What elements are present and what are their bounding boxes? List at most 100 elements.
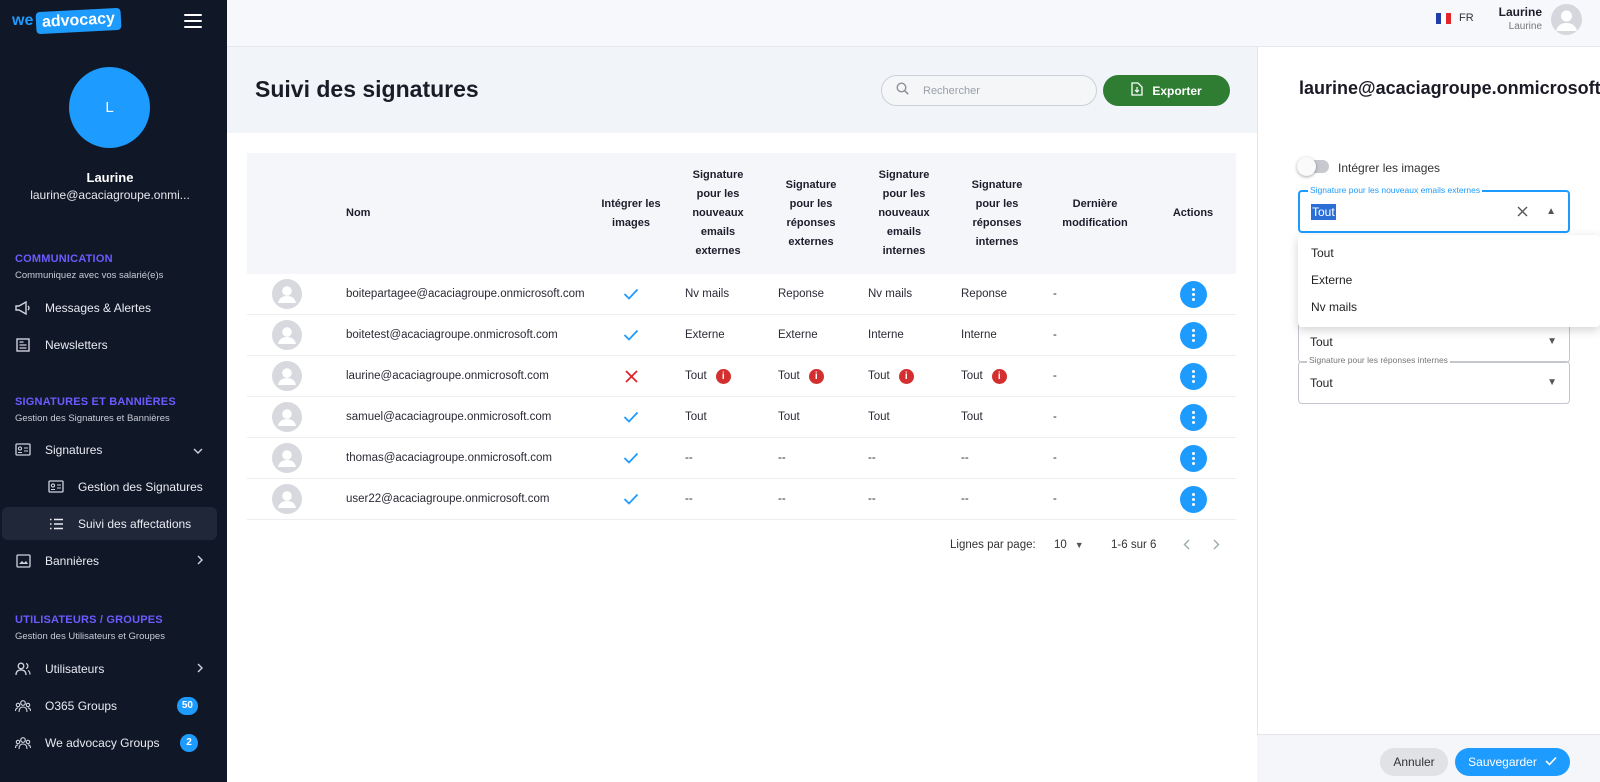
check-icon bbox=[623, 274, 639, 314]
section-subtitle-communication: Communiquez avec vos salarié(e)s bbox=[15, 270, 164, 281]
email-cell: user22@acaciagroupe.onmicrosoft.com bbox=[346, 493, 550, 505]
signature-internal-replies-select[interactable]: Signature pour les réponses internes Tou… bbox=[1298, 355, 1570, 404]
search-input[interactable] bbox=[923, 84, 1073, 97]
integrate-images-toggle[interactable] bbox=[1297, 157, 1329, 176]
signature-cell: -- bbox=[961, 438, 969, 478]
dropdown-option[interactable]: Tout bbox=[1298, 239, 1600, 266]
newspaper-icon bbox=[15, 337, 31, 353]
sidebar-item-signatures[interactable]: Signatures bbox=[2, 433, 217, 466]
modified-cell: - bbox=[1053, 452, 1057, 464]
email-cell: samuel@acaciagroupe.onmicrosoft.com bbox=[346, 411, 552, 423]
info-warning-icon[interactable]: i bbox=[808, 368, 824, 384]
table-row[interactable]: samuel@acaciagroupe.onmicrosoft.com Tout T… bbox=[247, 397, 1236, 438]
rows-per-page-select[interactable]: 10 ▼ bbox=[1054, 539, 1084, 551]
check-icon bbox=[623, 397, 639, 437]
table-row[interactable]: boitepartagee@acaciagroupe.onmicrosoft.c… bbox=[247, 274, 1236, 315]
email-cell: boitetest@acaciagroupe.onmicrosoft.com bbox=[346, 329, 558, 341]
caret-up-icon[interactable]: ▲ bbox=[1546, 206, 1556, 217]
close-icon[interactable] bbox=[1517, 204, 1528, 220]
signature-cell: Externe bbox=[778, 315, 818, 355]
signature-value: Externe bbox=[778, 329, 818, 341]
cancel-button[interactable]: Annuler bbox=[1380, 748, 1448, 776]
user-avatar-icon[interactable] bbox=[1551, 4, 1582, 35]
dropdown-option[interactable]: Externe bbox=[1298, 266, 1600, 293]
more-vert-icon[interactable] bbox=[1180, 280, 1207, 308]
signature-value: Tout bbox=[685, 411, 707, 423]
chevron-left-icon[interactable] bbox=[1183, 539, 1190, 553]
cross-icon bbox=[625, 356, 638, 396]
actions-cell bbox=[1180, 397, 1207, 437]
table-row[interactable]: laurine@acaciagroupe.onmicrosoft.com Tout… bbox=[247, 356, 1236, 397]
topbar bbox=[227, 0, 1600, 47]
export-button[interactable]: Exporter bbox=[1103, 75, 1230, 106]
menu-icon[interactable] bbox=[184, 14, 202, 28]
more-vert-icon[interactable] bbox=[1180, 444, 1207, 472]
user-avatar-icon bbox=[272, 361, 302, 391]
caret-down-icon: ▼ bbox=[1074, 540, 1084, 550]
sidebar-item-bannieres[interactable]: Bannières bbox=[2, 544, 217, 577]
chevron-right-icon[interactable] bbox=[1213, 539, 1220, 553]
signature-cell: Nv mails bbox=[685, 274, 729, 314]
actions-cell bbox=[1180, 315, 1207, 355]
save-button[interactable]: Sauvegarder bbox=[1455, 748, 1570, 776]
dropdown-option[interactable]: Nv mails bbox=[1298, 293, 1600, 320]
column-header: Actions bbox=[1172, 207, 1214, 219]
user-avatar-icon bbox=[272, 320, 302, 350]
brand-logo[interactable]: we advocacy bbox=[12, 7, 122, 35]
more-vert-icon[interactable] bbox=[1180, 485, 1207, 513]
column-header[interactable]: Signature pour les réponses externes bbox=[778, 153, 844, 274]
count-badge: 2 bbox=[180, 733, 198, 752]
sidebar-item-label: Suivi des affectations bbox=[78, 516, 192, 531]
check-icon bbox=[623, 479, 639, 519]
sidebar-item-o365-groups[interactable]: O365 Groups 50 bbox=[2, 689, 217, 722]
actions-cell bbox=[1180, 438, 1207, 478]
row-avatar-cell bbox=[272, 356, 302, 396]
field-legend: Signature pour les nouveaux emails exter… bbox=[1308, 185, 1483, 195]
chevron-down-icon bbox=[193, 443, 203, 457]
signature-value: -- bbox=[685, 493, 693, 505]
sidebar-item-suivi-affectations[interactable]: Suivi des affectations bbox=[2, 507, 217, 540]
sidebar-item-gestion-signatures[interactable]: Gestion des Signatures bbox=[2, 470, 217, 503]
signature-value: Interne bbox=[961, 329, 997, 341]
info-warning-icon[interactable]: i bbox=[715, 368, 731, 384]
user-avatar-icon bbox=[272, 279, 302, 309]
user-menu[interactable]: Laurine Laurine bbox=[1490, 5, 1542, 32]
column-header[interactable]: Intégrer les images bbox=[601, 153, 661, 274]
sidebar-item-messages[interactable]: Messages & Alertes bbox=[2, 291, 217, 324]
more-vert-icon[interactable] bbox=[1180, 321, 1207, 349]
language-selector[interactable]: FR bbox=[1436, 12, 1474, 24]
search-box[interactable] bbox=[881, 75, 1097, 106]
signature-value: Tout bbox=[778, 411, 800, 423]
pagination: Lignes par page: 10 ▼ 1-6 sur 6 bbox=[247, 536, 1236, 556]
signature-value: -- bbox=[961, 452, 969, 464]
table-body: boitepartagee@acaciagroupe.onmicrosoft.c… bbox=[247, 274, 1236, 520]
column-header[interactable]: Dernière modification bbox=[1055, 153, 1135, 274]
signature-new-external-select[interactable]: Signature pour les nouveaux emails exter… bbox=[1298, 185, 1570, 233]
page-title: Suivi des signatures bbox=[255, 76, 479, 102]
table-row[interactable]: boitetest@acaciagroupe.onmicrosoft.com Ex… bbox=[247, 315, 1236, 356]
sidebar-item-newsletters[interactable]: Newsletters bbox=[2, 328, 217, 361]
info-warning-icon[interactable]: i bbox=[991, 368, 1007, 384]
column-header[interactable]: Signature pour les réponses internes bbox=[964, 153, 1030, 274]
more-vert-icon[interactable] bbox=[1180, 403, 1207, 431]
section-title-utilisateurs: UTILISATEURS / GROUPES bbox=[15, 614, 163, 626]
email-cell: thomas@acaciagroupe.onmicrosoft.com bbox=[346, 452, 552, 464]
column-header[interactable]: Nom bbox=[346, 153, 466, 274]
more-vert-icon[interactable] bbox=[1180, 362, 1207, 390]
signature-value: Tout bbox=[961, 411, 983, 423]
info-warning-icon[interactable]: i bbox=[898, 368, 914, 384]
signature-cell: Reponse bbox=[778, 274, 824, 314]
select-input[interactable]: Tout bbox=[1311, 203, 1336, 220]
column-header[interactable]: Signature pour les nouveaux emails inter… bbox=[871, 153, 937, 274]
signature-cell: Tout i bbox=[685, 356, 731, 396]
column-header[interactable]: Signature pour les nouveaux emails exter… bbox=[685, 153, 751, 274]
table-row[interactable]: user22@acaciagroupe.onmicrosoft.com -- -- -… bbox=[247, 479, 1236, 520]
sidebar-item-utilisateurs[interactable]: Utilisateurs bbox=[2, 652, 217, 685]
sidebar-item-we-advocacy-groups[interactable]: We advocacy Groups 2 bbox=[2, 726, 217, 759]
table-row[interactable]: thomas@acaciagroupe.onmicrosoft.com -- -- -… bbox=[247, 438, 1236, 479]
signature-cell: Tout bbox=[778, 397, 800, 437]
logo-we: we bbox=[12, 12, 34, 29]
modified-cell: - bbox=[1053, 493, 1057, 505]
signature-value: Reponse bbox=[961, 288, 1008, 300]
modified-cell: - bbox=[1053, 370, 1057, 382]
